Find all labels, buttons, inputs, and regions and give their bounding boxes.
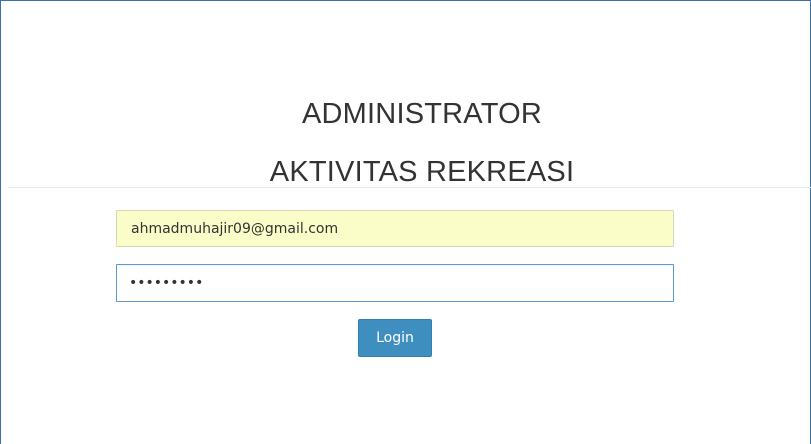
- page-title-aktivitas-rekreasi: AKTIVITAS REKREASI: [269, 156, 575, 188]
- login-page: ADMINISTRATOR AKTIVITAS REKREASI Login: [0, 0, 811, 444]
- login-button[interactable]: Login: [358, 319, 432, 357]
- header-divider: [8, 187, 811, 188]
- password-input[interactable]: [116, 264, 674, 302]
- email-input[interactable]: [116, 210, 674, 247]
- page-title-administrator: ADMINISTRATOR: [302, 98, 542, 130]
